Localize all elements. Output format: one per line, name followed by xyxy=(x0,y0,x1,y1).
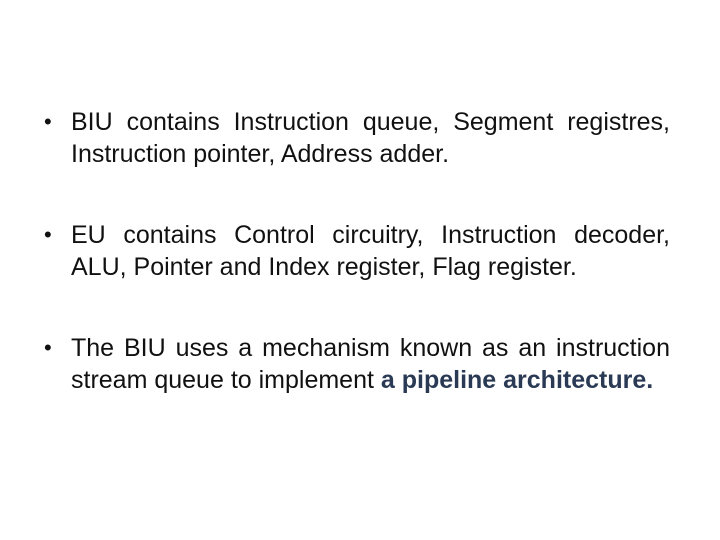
bullet-icon: • xyxy=(44,109,52,134)
bullet-text: The BIU uses a mechanism known as an ins… xyxy=(71,332,670,396)
bullet-list: • BIU contains Instruction queue, Segmen… xyxy=(44,106,670,396)
bullet-text-plain: BIU contains Instruction queue, Segment … xyxy=(71,108,670,168)
bullet-text-plain: EU contains Control circuitry, Instructi… xyxy=(71,221,670,281)
bullet-text: BIU contains Instruction queue, Segment … xyxy=(71,106,670,170)
bullet-text-emphasis: a pipeline architecture. xyxy=(380,366,654,394)
bullet-text: EU contains Control circuitry, Instructi… xyxy=(71,219,670,283)
bullet-item-eu: • EU contains Control circuitry, Instruc… xyxy=(44,219,670,283)
bullet-item-pipeline: • The BIU uses a mechanism known as an i… xyxy=(44,332,670,396)
bullet-icon: • xyxy=(44,222,52,247)
bullet-icon: • xyxy=(44,335,52,360)
bullet-item-biu: • BIU contains Instruction queue, Segmen… xyxy=(44,106,670,170)
slide: • BIU contains Instruction queue, Segmen… xyxy=(0,0,720,540)
